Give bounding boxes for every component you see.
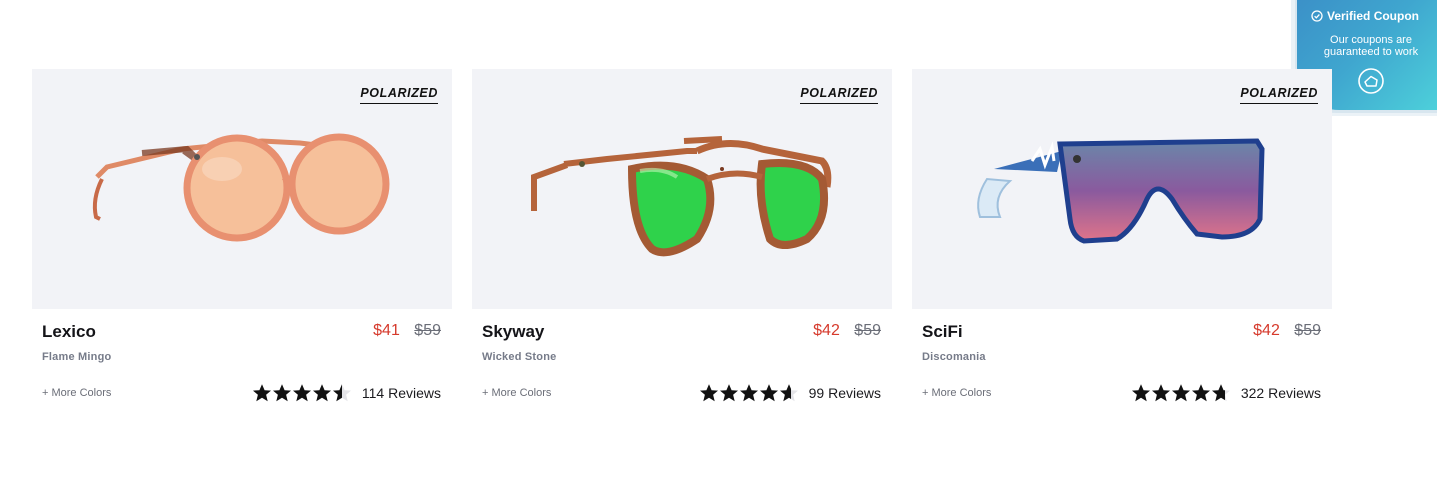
- original-price: $59: [1294, 322, 1321, 339]
- sunglasses-image: [977, 138, 1265, 244]
- star-rating: [699, 383, 799, 403]
- more-colors-link[interactable]: + More Colors: [482, 387, 551, 399]
- product-grid: POLARIZED Lexico $41 $59 Flame Mingo + M…: [32, 69, 1332, 409]
- product-price: $42 $59: [1253, 322, 1321, 340]
- sale-price: $42: [813, 322, 840, 339]
- product-card[interactable]: POLARIZED Lexico $41 $59 Flame Mingo + M…: [32, 69, 452, 409]
- star-rating: [252, 383, 352, 403]
- star-icon: [292, 384, 311, 402]
- original-price: $59: [854, 322, 881, 339]
- sunglasses-image: [92, 133, 390, 242]
- product-image[interactable]: POLARIZED: [912, 69, 1332, 309]
- product-name[interactable]: Skyway: [482, 322, 544, 342]
- product-info: SciFi $42 $59 Discomania + More Colors 3…: [912, 309, 1332, 409]
- star-icon: [1171, 384, 1190, 402]
- star-rating: [1131, 383, 1231, 403]
- star-icon: [739, 384, 758, 402]
- star-icon: [1131, 384, 1150, 402]
- product-card[interactable]: POLARIZED Skyway $42 $59 Wicked Stone + …: [472, 69, 892, 409]
- sale-price: $42: [1253, 322, 1280, 339]
- coupon-title: Verified Coupon: [1311, 9, 1419, 23]
- check-circle-icon: [1311, 10, 1323, 22]
- product-price: $41 $59: [373, 322, 441, 340]
- star-icon: [779, 384, 798, 402]
- product-color-name: Wicked Stone: [482, 351, 557, 363]
- coupon-description: Our coupons are guaranteed to work: [1323, 34, 1419, 58]
- product-info: Lexico $41 $59 Flame Mingo + More Colors…: [32, 309, 452, 409]
- star-icon: [1211, 384, 1230, 402]
- product-color-name: Flame Mingo: [42, 351, 112, 363]
- coupon-title-text: Verified Coupon: [1327, 9, 1420, 23]
- star-icon: [1191, 384, 1210, 402]
- product-color-name: Discomania: [922, 351, 986, 363]
- reviews-count[interactable]: 99 Reviews: [809, 385, 881, 401]
- product-rating[interactable]: 99 Reviews: [699, 383, 881, 403]
- product-rating[interactable]: 114 Reviews: [252, 383, 441, 403]
- product-rating[interactable]: 322 Reviews: [1131, 383, 1321, 403]
- star-icon: [719, 384, 738, 402]
- reviews-count[interactable]: 114 Reviews: [362, 385, 441, 401]
- star-icon: [699, 384, 718, 402]
- star-icon: [272, 384, 291, 402]
- product-name[interactable]: Lexico: [42, 322, 96, 342]
- sale-price: $41: [373, 322, 400, 339]
- product-card[interactable]: POLARIZED SciFi $42 $59 Discomania + Mor…: [912, 69, 1332, 409]
- product-name[interactable]: SciFi: [922, 322, 963, 342]
- coupon-logo-icon: [1358, 68, 1384, 94]
- star-icon: [332, 384, 351, 402]
- more-colors-link[interactable]: + More Colors: [42, 387, 111, 399]
- more-colors-link[interactable]: + More Colors: [922, 387, 991, 399]
- star-icon: [759, 384, 778, 402]
- star-icon: [1151, 384, 1170, 402]
- product-price: $42 $59: [813, 322, 881, 340]
- star-icon: [312, 384, 331, 402]
- original-price: $59: [414, 322, 441, 339]
- reviews-count[interactable]: 322 Reviews: [1241, 385, 1321, 401]
- product-info: Skyway $42 $59 Wicked Stone + More Color…: [472, 309, 892, 409]
- star-icon: [252, 384, 271, 402]
- product-image[interactable]: POLARIZED: [472, 69, 892, 309]
- product-image[interactable]: POLARIZED: [32, 69, 452, 309]
- sunglasses-image: [531, 136, 832, 257]
